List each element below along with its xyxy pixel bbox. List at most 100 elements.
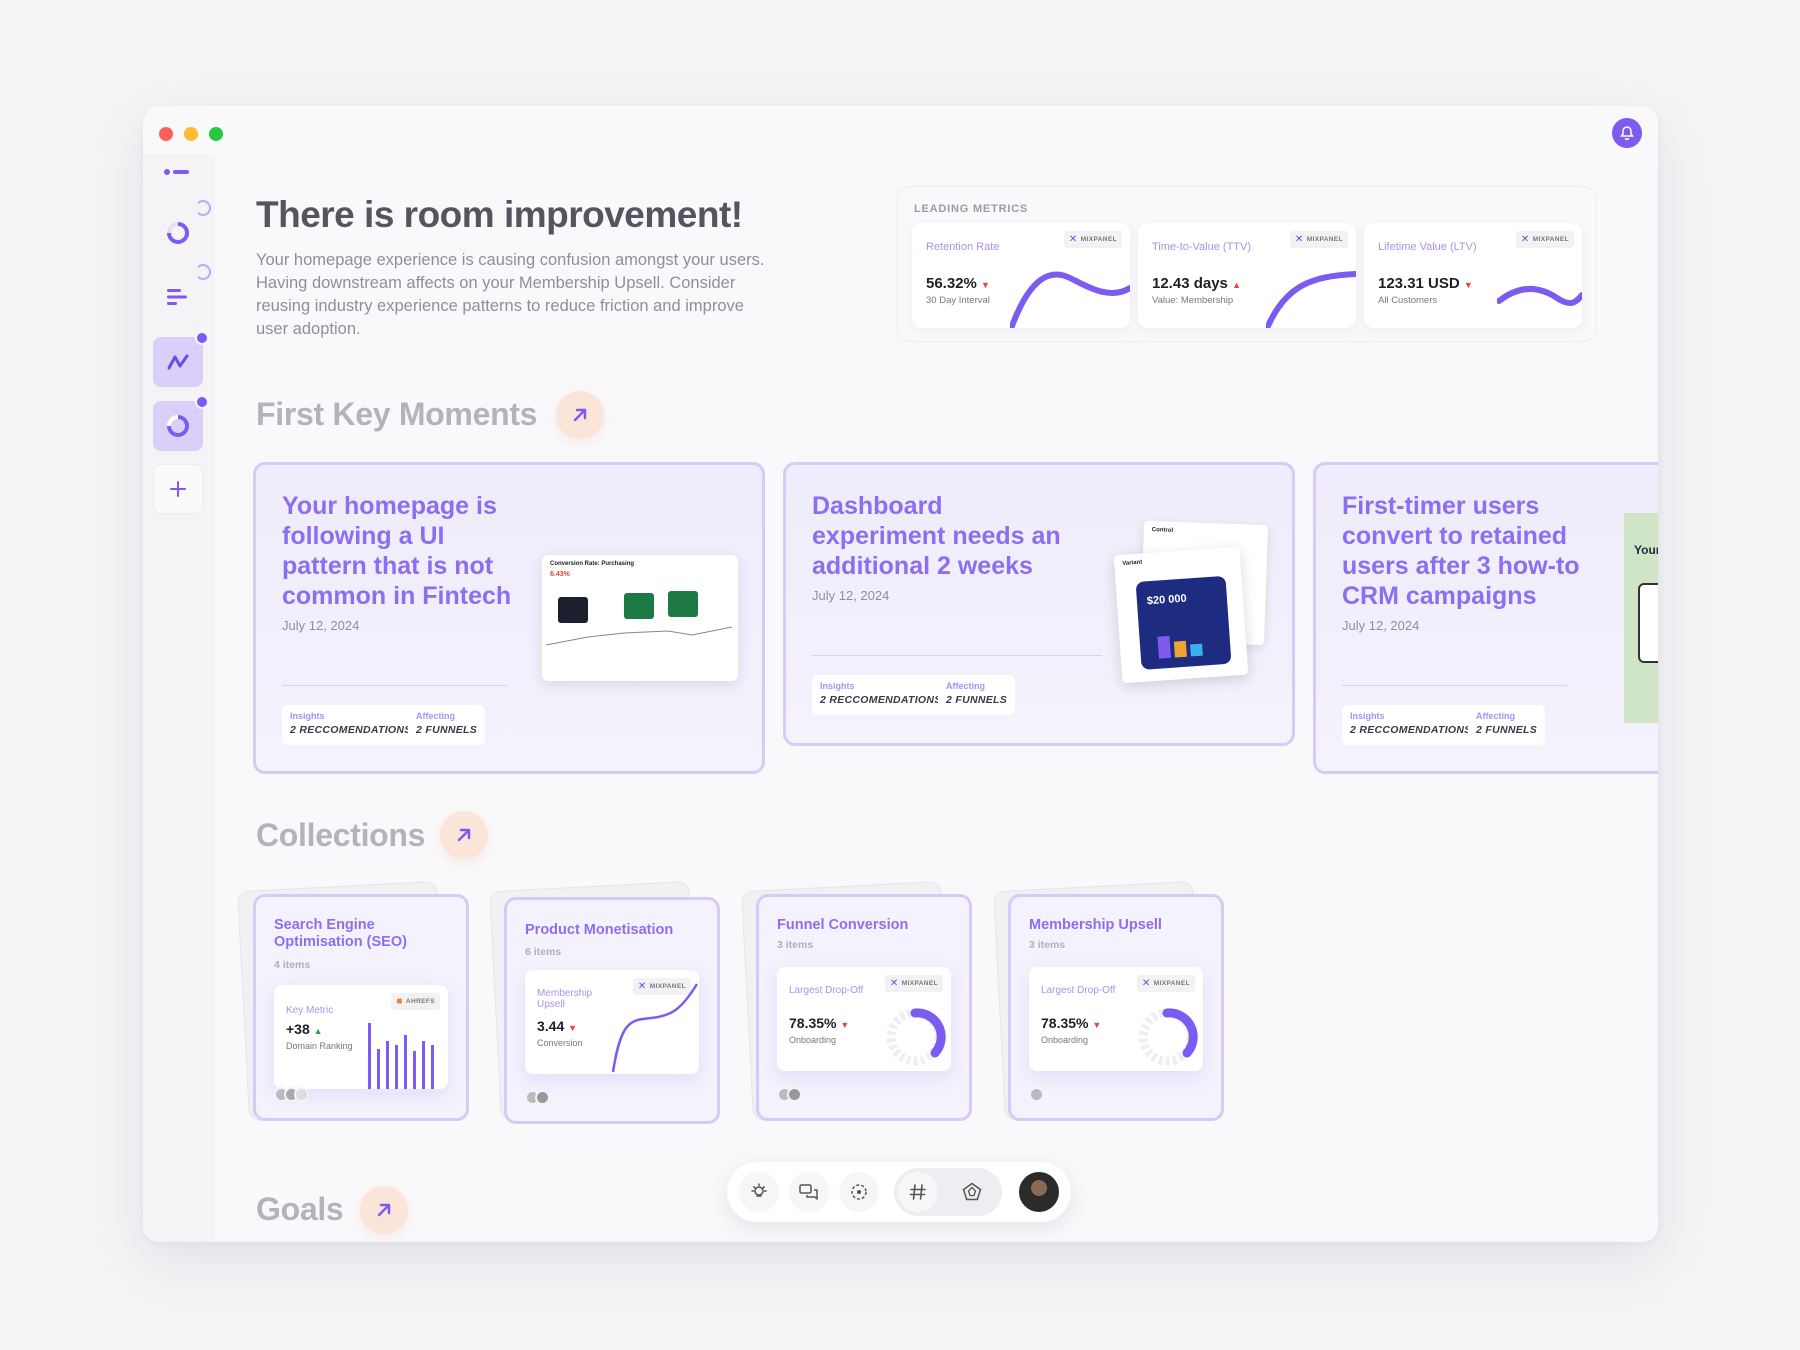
key-moment-card-2[interactable]: Dashboard experiment needs an additional… [783, 462, 1295, 746]
section-title-key-moments: First Key Moments [256, 396, 538, 432]
mixpanel-icon: ✕ [1068, 234, 1078, 245]
affecting-chip: Affecting 2 FUNNELS [408, 705, 486, 745]
key-moments-open-button[interactable] [556, 391, 604, 439]
collection-card-funnel[interactable]: Funnel Conversion 3 items ✕ MIXPANEL Larg… [756, 894, 972, 1121]
mixpanel-badge: ✕ MIXPANEL [1063, 231, 1122, 248]
metric-value: 78.35% ▼ [1041, 1015, 1102, 1031]
mixpanel-icon: ✕ [1294, 234, 1304, 245]
collections-open-button[interactable] [440, 811, 488, 859]
collaborator-avatars [1029, 1087, 1044, 1102]
channels-button[interactable] [898, 1172, 938, 1212]
notifications-button[interactable] [1612, 118, 1642, 148]
metric-label: Retention Rate [926, 241, 1000, 253]
key-moment-card-1[interactable]: Your homepage is following a UI pattern … [253, 462, 765, 774]
sidebar-item-analytics[interactable] [153, 395, 209, 451]
insights-chip: Insights 2 RECCOMENDATIONS [1342, 705, 1480, 745]
metric-card-ttv[interactable]: ✕ MIXPANEL Time-to-Value (TTV) 12.43 days… [1138, 223, 1356, 328]
metric-value: 56.32% ▼ [926, 275, 990, 292]
collaborator-avatars [274, 1087, 309, 1102]
plus-icon [170, 481, 186, 497]
trend-up-icon: ▲ [1232, 280, 1241, 290]
arrow-up-right-icon [377, 1203, 391, 1217]
collection-card-monetisation[interactable]: Product Monetisation 6 items ✕ MIXPANEL M… [504, 897, 720, 1124]
sidebar-item-loading-2[interactable] [153, 264, 211, 322]
trend-down-icon: ▼ [1463, 280, 1473, 290]
insights-chip: Insights 2 RECCOMENDATIONS [812, 675, 950, 715]
hashtag-icon [909, 1184, 926, 1200]
chat-bubbles-icon [799, 1184, 818, 1200]
key-moment-title: First-timer users convert to retained us… [1342, 492, 1580, 610]
comments-button[interactable] [789, 1172, 829, 1212]
key-moment-title: Your homepage is following a UI pattern … [282, 492, 512, 610]
spinner-icon [195, 200, 211, 216]
sidebar-item-trends[interactable] [153, 331, 209, 387]
minimize-window-button[interactable] [184, 127, 198, 141]
key-moment-date: July 12, 2024 [282, 618, 360, 633]
spinner-icon [195, 264, 211, 280]
collection-count: 6 items [525, 946, 562, 958]
collection-metric: ✕ MIXPANEL Largest Drop-Off 78.35% ▼ Onbo… [777, 967, 951, 1071]
mixpanel-icon: ✕ [1520, 234, 1530, 245]
metric-label: Largest Drop-Off [789, 985, 864, 996]
leading-metrics-label: LEADING METRICS [914, 203, 1029, 215]
mixpanel-icon: ✕ [889, 978, 899, 989]
sparkline [611, 983, 699, 1073]
collection-card-seo[interactable]: Search Engine Optimisation (SEO) 4 items… [253, 894, 469, 1121]
collection-title: Product Monetisation [525, 922, 674, 938]
window-controls [159, 127, 223, 141]
leading-metrics-panel: LEADING METRICS ✕ MIXPANEL Retention Rate… [897, 186, 1597, 342]
preview-variant: Variant $20 000 [1113, 546, 1249, 684]
ahrefs-icon: ■ [396, 996, 403, 1007]
insights-chip: Insights 2 RECCOMENDATIONS [282, 705, 420, 745]
metric-value: 3.44 ▼ [537, 1018, 578, 1034]
sparkline [1266, 271, 1356, 328]
donut-progress [886, 1008, 946, 1066]
key-moment-card-3[interactable]: First-timer users convert to retained us… [1313, 462, 1658, 774]
section-title-collections: Collections [256, 817, 426, 853]
goals-open-button[interactable] [360, 1186, 408, 1234]
preview-conversion-chart: Conversion Rate: Purchasing 6.43% [542, 555, 738, 681]
sidebar [143, 154, 215, 1242]
metric-sub: Value: Membership [1152, 295, 1234, 306]
menu-toggle[interactable] [163, 163, 191, 181]
metric-sub: Domain Ranking [286, 1041, 353, 1051]
metric-card-retention[interactable]: ✕ MIXPANEL Retention Rate 56.32% ▼ 30 Day… [912, 223, 1130, 328]
radar-button[interactable] [952, 1172, 992, 1212]
user-avatar[interactable] [1017, 1170, 1061, 1214]
divider [812, 655, 1102, 656]
menu-icon [164, 169, 189, 175]
collection-metric: ✕ MIXPANEL Largest Drop-Off 78.35% ▼ Onbo… [1029, 967, 1203, 1071]
close-window-button[interactable] [159, 127, 173, 141]
mixpanel-icon: ✕ [1141, 978, 1151, 989]
trend-line-icon [167, 354, 189, 370]
bottom-dock [727, 1162, 1071, 1222]
metric-value: 12.43 days ▲ [1152, 275, 1241, 292]
add-button[interactable] [153, 464, 203, 514]
metric-card-ltv[interactable]: ✕ MIXPANEL Lifetime Value (LTV) 123.31 US… [1364, 223, 1582, 328]
metric-sub: Onboarding [789, 1035, 837, 1045]
maximize-window-button[interactable] [209, 127, 223, 141]
trend-down-icon: ▼ [981, 280, 990, 290]
metric-sub: 30 Day Interval [926, 295, 990, 306]
collection-title: Funnel Conversion [777, 917, 909, 933]
key-moment-date: July 12, 2024 [1342, 618, 1420, 633]
metric-sub: Onboarding [1041, 1035, 1089, 1045]
key-moment-title: Dashboard experiment needs an additional… [812, 492, 1061, 580]
bell-icon [1620, 126, 1634, 141]
divider [282, 685, 507, 686]
radar-chart-icon [962, 1182, 982, 1201]
lightbulb-icon [751, 1183, 767, 1197]
arrow-up-right-icon [573, 408, 587, 422]
collection-card-membership[interactable]: Membership Upsell 3 items ✕ MIXPANEL Larg… [1008, 894, 1224, 1121]
collection-count: 3 items [777, 939, 814, 951]
affecting-chip: Affecting 2 FUNNELS [938, 675, 1016, 715]
sidebar-item-loading-1[interactable] [153, 200, 211, 258]
focus-button[interactable] [839, 1172, 879, 1212]
donut-icon [167, 415, 189, 437]
metric-sub: All Customers [1378, 295, 1438, 306]
collaborator-avatars [777, 1087, 802, 1102]
target-icon [851, 1184, 867, 1200]
key-moment-date: July 12, 2024 [812, 588, 890, 603]
section-title-goals: Goals [256, 1191, 344, 1227]
ideas-button[interactable] [739, 1172, 779, 1212]
